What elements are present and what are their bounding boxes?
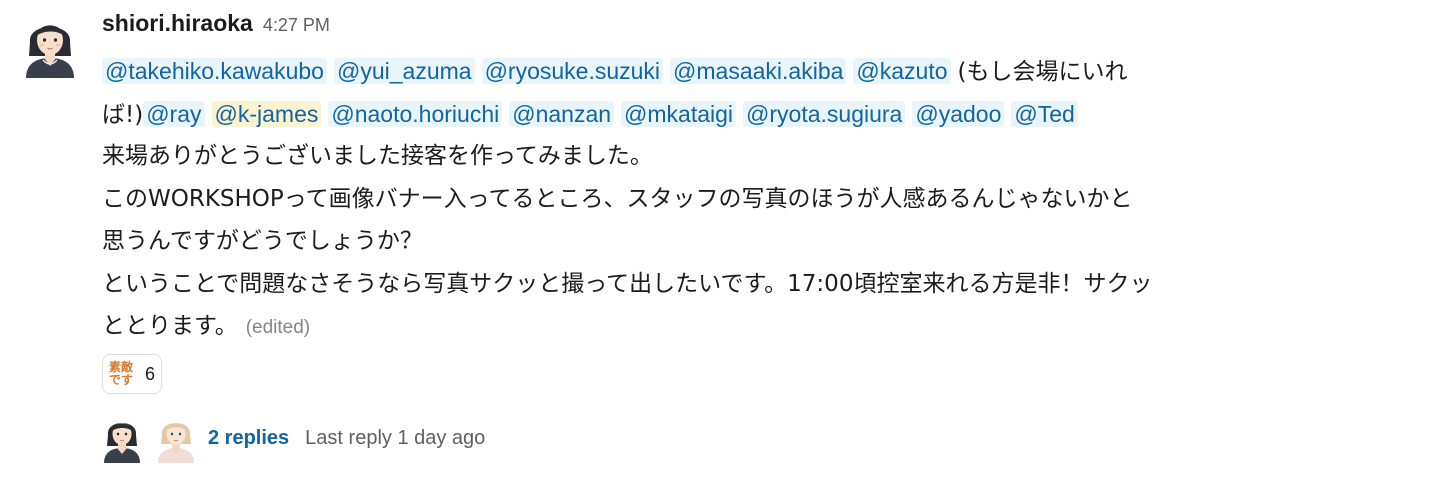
mention-link[interactable]: @kazuto <box>853 58 951 84</box>
message-line-2: ば!) @ray @k-james @naoto.horiuchi @nanzan @mk… <box>102 93 1427 136</box>
message-body: @takehiko.kawakubo @yui_azuma @ryosuke.suz… <box>102 50 1427 348</box>
thread-avatar[interactable] <box>102 413 142 463</box>
message-container: shiori.hiraoka 4:27 PM @takehiko.kawakub… <box>0 0 1440 484</box>
woman-dark-hair-avatar-icon <box>104 423 140 463</box>
message-line-7: ととります。 (edited) <box>102 305 1427 348</box>
mention-link[interactable]: @yadoo <box>912 100 1005 127</box>
mention-link[interactable]: @naoto.horiuchi <box>328 100 503 127</box>
message-line-1: @takehiko.kawakubo @yui_azuma @ryosuke.suz… <box>102 50 1427 93</box>
message-line-3: 来場ありがとうございました接客を作ってみました。 <box>102 143 653 169</box>
woman-light-hair-avatar-icon <box>158 423 194 463</box>
mention-link[interactable]: @ray <box>143 100 205 127</box>
replies-link[interactable]: 2 replies <box>208 427 289 450</box>
author-avatar[interactable] <box>22 12 78 78</box>
woman-avatar-icon <box>26 25 74 78</box>
reaction-count: 6 <box>145 363 156 384</box>
mention-link[interactable]: @ryosuke.suzuki <box>481 58 664 84</box>
thread-avatar[interactable] <box>156 413 196 463</box>
self-mention-link[interactable]: @k-james <box>211 100 322 127</box>
message-line-4: このWORKSHOPって画像バナー入ってるところ、スタッフの写真のほうが人感ある… <box>102 185 1133 212</box>
author-name[interactable]: shiori.hiraoka <box>102 10 253 37</box>
message-header: shiori.hiraoka 4:27 PM <box>102 10 330 46</box>
thread-summary[interactable]: 2 replies Last reply 1 day ago <box>102 412 485 464</box>
mention-link[interactable]: @mkataigi <box>621 100 737 127</box>
mention-link[interactable]: @ryota.sugiura <box>743 100 906 127</box>
message-text: (もし会場にいれ <box>957 59 1128 85</box>
mention-link[interactable]: @nanzan <box>509 100 615 127</box>
last-reply-time: Last reply 1 day ago <box>305 426 486 449</box>
reaction-button[interactable]: 素敵 です 6 <box>102 354 162 394</box>
message-text: ととります。 <box>102 313 238 339</box>
sutekidesu-emoji-icon: 素敵 です <box>109 359 139 389</box>
mention-link[interactable]: @Ted <box>1011 100 1078 127</box>
message-text: ば!) <box>102 101 144 128</box>
message-timestamp[interactable]: 4:27 PM <box>263 15 330 36</box>
mention-link[interactable]: @takehiko.kawakubo <box>102 58 327 84</box>
edited-label: (edited) <box>245 317 311 338</box>
mention-link[interactable]: @yui_azuma <box>333 58 475 84</box>
mention-link[interactable]: @masaaki.akiba <box>670 58 847 84</box>
message-line-6: ということで問題なさそうなら写真サクッと撮って出したいです。17:00頃控室来れ… <box>102 270 1153 297</box>
emoji-text-bottom: です <box>109 373 134 387</box>
message-line-5: 思うんですがどうでしょうか？ <box>102 228 423 254</box>
